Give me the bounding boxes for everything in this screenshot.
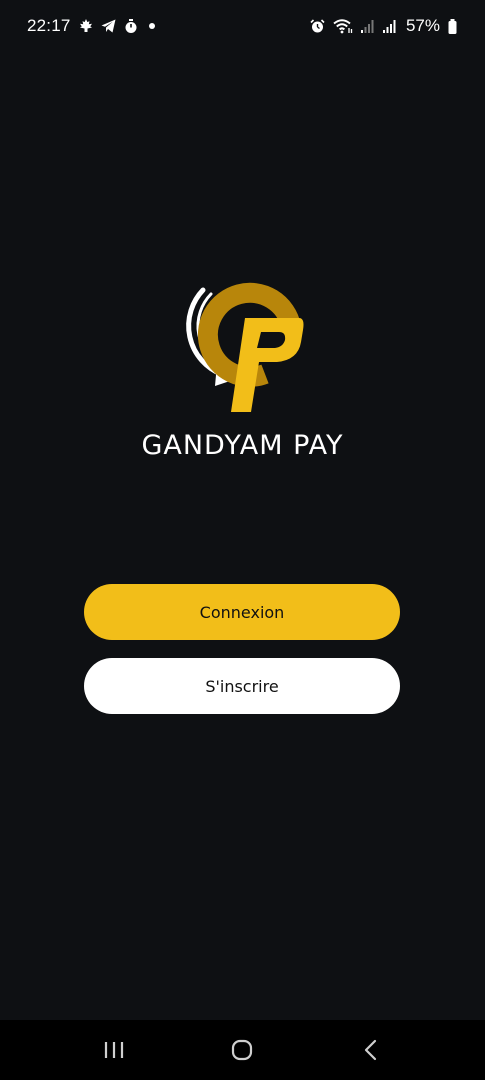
back-button[interactable] — [341, 1025, 401, 1075]
battery-percentage: 57% — [405, 16, 440, 35]
recent-apps-button[interactable] — [84, 1025, 144, 1075]
maple-leaf-icon — [79, 19, 93, 33]
notification-dot-icon — [146, 20, 158, 32]
telegram-icon — [101, 19, 116, 33]
home-icon — [232, 1039, 253, 1061]
signup-button[interactable]: S'inscrire — [84, 658, 400, 714]
alarm-icon — [310, 18, 325, 34]
navigation-bar — [0, 1020, 485, 1080]
stopwatch-icon — [124, 18, 138, 34]
back-icon — [364, 1039, 376, 1061]
signal-icon — [382, 19, 397, 33]
recent-apps-icon — [105, 1042, 124, 1058]
status-bar: 22:17 57% — [0, 0, 485, 52]
status-left: 22:17 — [27, 16, 158, 36]
signal-icon — [360, 19, 375, 33]
login-button[interactable]: Connexion — [84, 584, 400, 640]
wifi-icon — [333, 18, 353, 34]
clock: 22:17 — [27, 16, 71, 35]
welcome-screen: 22:17 57% GANDYAM PAY Connexion S'inscri… — [0, 0, 485, 1080]
battery-icon — [448, 18, 457, 34]
gandyam-pay-logo — [185, 282, 303, 412]
status-right: 57% — [310, 16, 457, 36]
home-button[interactable] — [212, 1025, 272, 1075]
brand-name: GANDYAM PAY — [141, 430, 344, 461]
logo-area: GANDYAM PAY — [0, 278, 485, 461]
